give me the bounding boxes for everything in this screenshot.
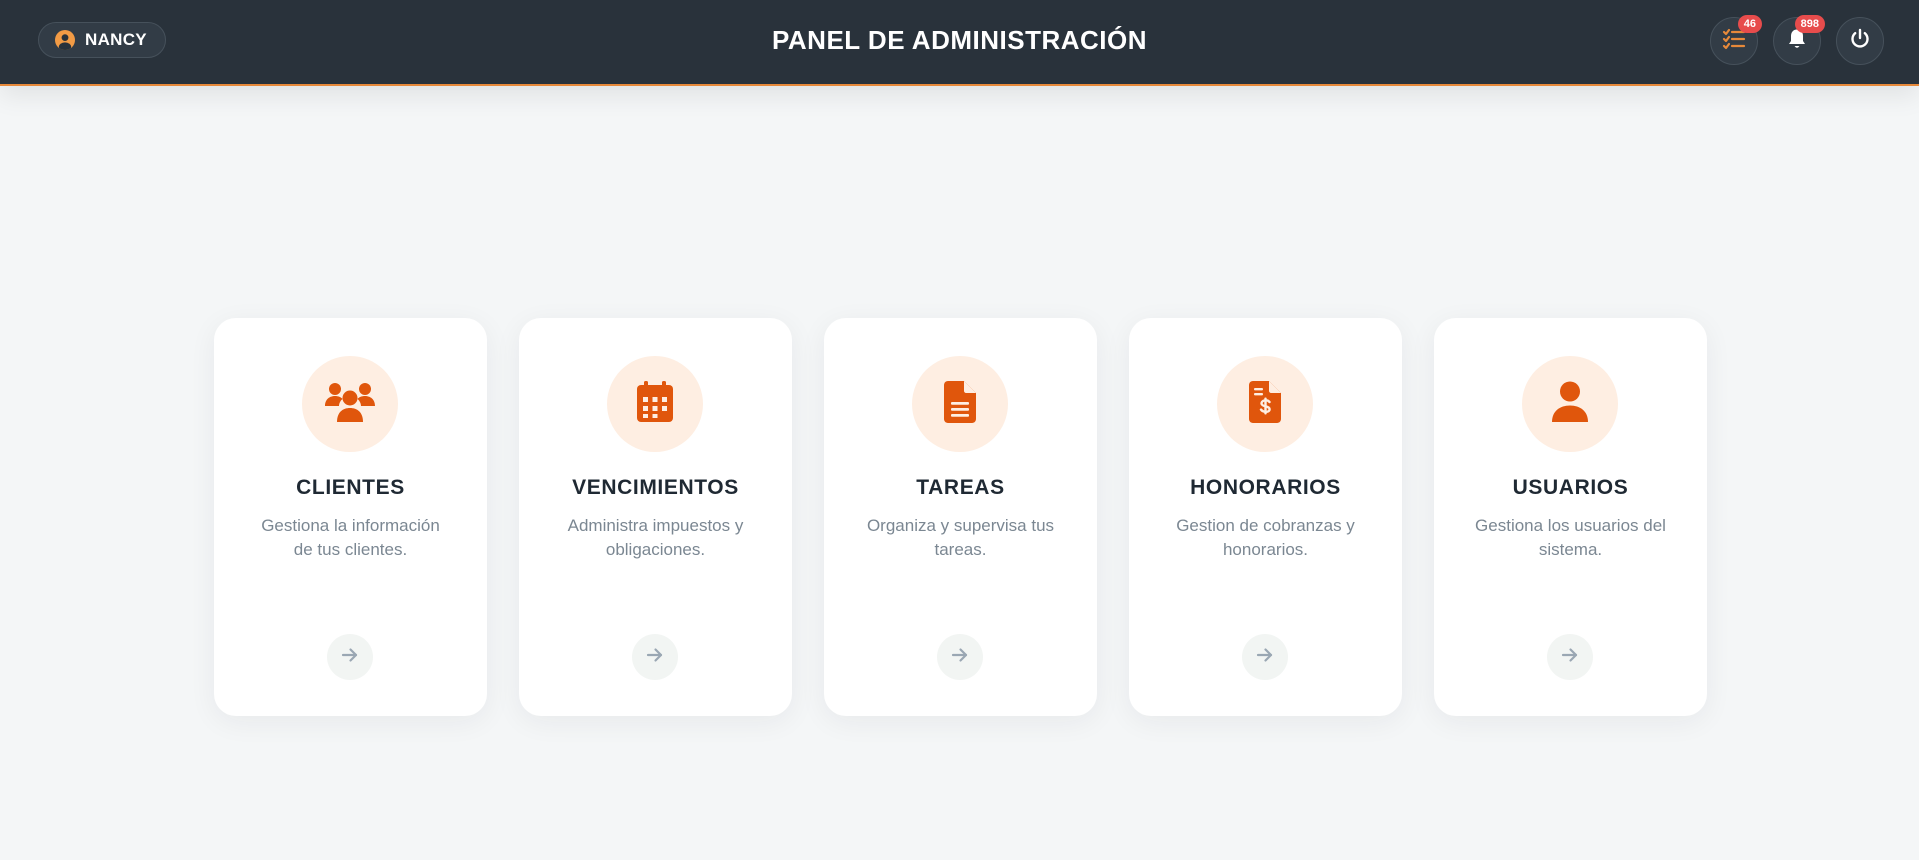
tasks-count-badge: 46	[1737, 15, 1762, 33]
card-description: Gestion de cobranzas y honorarios.	[1176, 516, 1355, 559]
invoice-dollar-icon	[1249, 380, 1281, 428]
card-title: TAREAS	[916, 476, 1005, 499]
card-icon-circle	[302, 356, 398, 452]
card-arrow-button[interactable]	[327, 634, 373, 680]
notifications-button[interactable]: 898	[1773, 15, 1825, 65]
card-arrow-button[interactable]	[1547, 634, 1593, 680]
card-description: Gestiona la información de tus clientes.	[261, 516, 440, 559]
card-tareas[interactable]: TAREAS Organiza y supervisa tus tareas.	[824, 318, 1097, 716]
card-arrow-button[interactable]	[632, 634, 678, 680]
arrow-right-icon	[646, 647, 664, 668]
arrow-right-icon	[341, 647, 359, 668]
card-description: Administra impuestos y obligaciones.	[567, 516, 744, 559]
arrow-right-icon	[1561, 647, 1579, 668]
card-title: USUARIOS	[1512, 476, 1629, 499]
document-icon	[944, 380, 976, 428]
power-icon	[1849, 28, 1871, 55]
logout-button[interactable]	[1836, 17, 1884, 65]
card-title: HONORARIOS	[1190, 476, 1341, 499]
card-icon-circle	[607, 356, 703, 452]
card-icon-circle	[1522, 356, 1618, 452]
card-title: VENCIMIENTOS	[572, 476, 739, 499]
card-description: Gestiona los usuarios del sistema.	[1475, 516, 1666, 559]
arrow-right-icon	[951, 647, 969, 668]
card-vencimientos[interactable]: VENCIMIENTOS Administra impuestos y obli…	[519, 318, 792, 716]
card-description: Organiza y supervisa tus tareas.	[866, 516, 1055, 559]
notifications-count-badge: 898	[1794, 15, 1825, 33]
card-arrow-button[interactable]	[937, 634, 983, 680]
card-icon-circle	[912, 356, 1008, 452]
user-icon	[1551, 381, 1589, 428]
card-arrow-button[interactable]	[1242, 634, 1288, 680]
card-usuarios[interactable]: USUARIOS Gestiona los usuarios del siste…	[1434, 318, 1707, 716]
arrow-right-icon	[1256, 647, 1274, 668]
calendar-icon	[636, 380, 674, 428]
card-honorarios[interactable]: HONORARIOS Gestion de cobranzas y honora…	[1129, 318, 1402, 716]
card-icon-circle	[1217, 356, 1313, 452]
card-clientes[interactable]: CLIENTES Gestiona la información de tus …	[214, 318, 487, 716]
card-title: CLIENTES	[296, 476, 405, 499]
top-navbar: NANCY PANEL DE ADMINISTRACIÓN 46 898	[0, 0, 1919, 86]
page-title: PANEL DE ADMINISTRACIÓN	[771, 25, 1148, 55]
module-cards: CLIENTES Gestiona la información de tus …	[214, 318, 1707, 716]
users-icon	[324, 381, 376, 428]
tasks-button[interactable]: 46	[1710, 15, 1762, 65]
